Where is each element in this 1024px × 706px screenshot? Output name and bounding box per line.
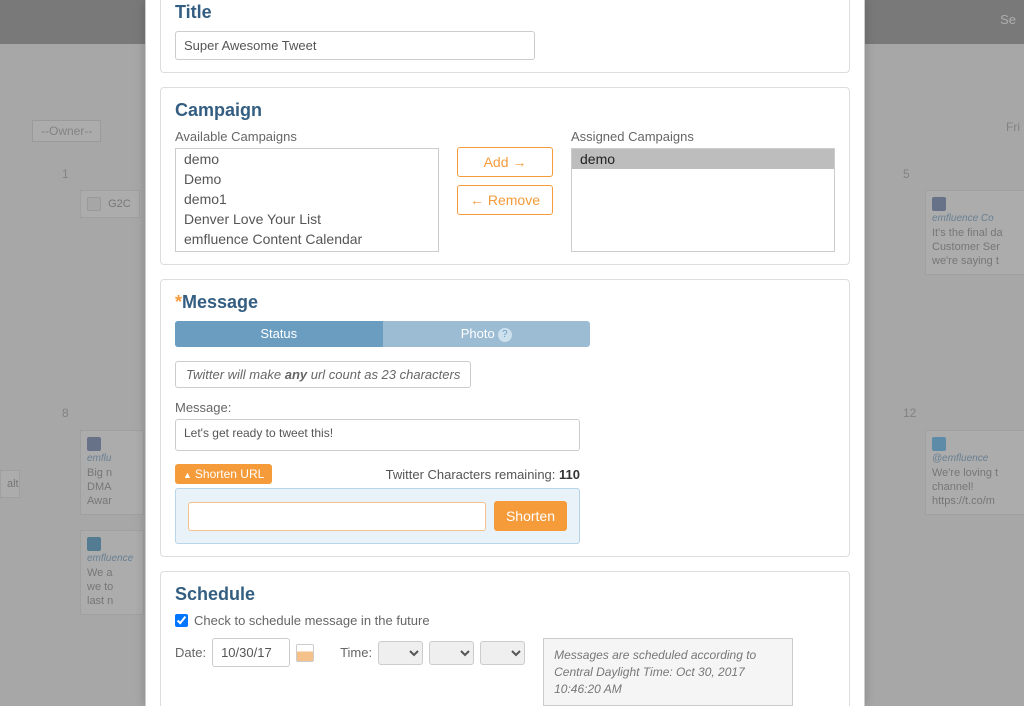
schedule-panel: Schedule Check to schedule message in th… bbox=[160, 571, 850, 706]
list-item[interactable]: demo bbox=[572, 149, 834, 169]
list-item[interactable]: demo bbox=[176, 149, 438, 169]
available-campaigns-label: Available Campaigns bbox=[175, 129, 439, 144]
message-tabs: Status Photo? bbox=[175, 321, 590, 347]
arrow-left-icon: ← bbox=[470, 192, 484, 208]
shorten-button[interactable]: Shorten bbox=[494, 501, 567, 531]
shorten-url-input[interactable] bbox=[188, 502, 486, 531]
add-campaign-button[interactable]: Add → bbox=[457, 147, 553, 177]
timezone-note: Messages are scheduled according to Cent… bbox=[543, 638, 793, 706]
list-item[interactable]: Denver Love Your List bbox=[176, 209, 438, 229]
time-hour-select[interactable] bbox=[378, 641, 423, 665]
tab-photo[interactable]: Photo? bbox=[383, 321, 591, 347]
title-heading: Title bbox=[175, 2, 835, 23]
shorten-url-toggle[interactable]: ▲Shorten URL bbox=[175, 464, 272, 484]
tab-status[interactable]: Status bbox=[175, 321, 383, 347]
message-textarea[interactable] bbox=[175, 419, 580, 451]
time-minute-select[interactable] bbox=[429, 641, 474, 665]
char-counter: Twitter Characters remaining: 110 bbox=[386, 467, 580, 482]
available-campaigns-list[interactable]: demo Demo demo1 Denver Love Your List em… bbox=[175, 148, 439, 252]
message-panel: *Message Status Photo? Twitter will make… bbox=[160, 279, 850, 557]
triangle-up-icon: ▲ bbox=[183, 470, 192, 480]
message-heading: *Message bbox=[175, 292, 835, 313]
time-label: Time: bbox=[340, 645, 372, 660]
date-input[interactable] bbox=[212, 638, 290, 667]
list-item[interactable]: emfluence Content Calendar bbox=[176, 229, 438, 249]
title-input[interactable] bbox=[175, 31, 535, 60]
campaign-heading: Campaign bbox=[175, 100, 835, 121]
url-hint: Twitter will make any url count as 23 ch… bbox=[175, 361, 471, 388]
shorten-url-panel: Shorten bbox=[175, 488, 580, 544]
compose-modal: Title Campaign Available Campaigns demo … bbox=[145, 0, 865, 706]
date-label: Date: bbox=[175, 645, 206, 660]
assigned-campaigns-label: Assigned Campaigns bbox=[571, 129, 835, 144]
schedule-checkbox[interactable] bbox=[175, 614, 188, 627]
calendar-icon[interactable] bbox=[296, 644, 314, 662]
time-ampm-select[interactable] bbox=[480, 641, 525, 665]
arrow-right-icon: → bbox=[512, 154, 526, 170]
title-panel: Title bbox=[160, 0, 850, 73]
message-label: Message: bbox=[175, 400, 835, 415]
list-item[interactable]: demo1 bbox=[176, 189, 438, 209]
assigned-campaigns-list[interactable]: demo bbox=[571, 148, 835, 252]
remove-campaign-button[interactable]: ← Remove bbox=[457, 185, 553, 215]
list-item[interactable]: Demo bbox=[176, 169, 438, 189]
campaign-panel: Campaign Available Campaigns demo Demo d… bbox=[160, 87, 850, 265]
schedule-check-label: Check to schedule message in the future bbox=[194, 613, 430, 628]
schedule-heading: Schedule bbox=[175, 584, 835, 605]
help-icon[interactable]: ? bbox=[498, 328, 512, 342]
